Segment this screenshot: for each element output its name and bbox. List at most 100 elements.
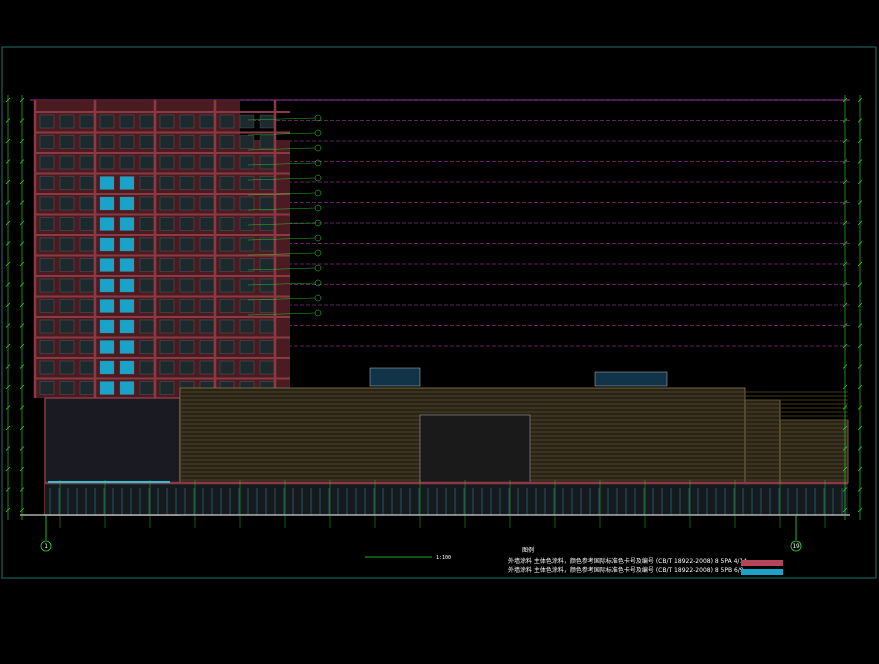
- tower-window: [139, 299, 155, 313]
- tower-window: [139, 381, 155, 395]
- tower-window: [199, 299, 215, 313]
- tower-window: [159, 319, 175, 334]
- tower-window: [139, 258, 155, 272]
- tower-window: [259, 319, 275, 334]
- scale-title: 1:100: [436, 555, 451, 561]
- tower-window: [39, 114, 55, 129]
- tower-window: [99, 135, 115, 149]
- tower-window: [59, 278, 75, 293]
- tower-window: [159, 381, 175, 395]
- tower-window: [259, 114, 275, 129]
- roof-unit: [369, 367, 421, 387]
- tower-window: [219, 135, 235, 149]
- tower-window: [79, 381, 95, 395]
- tower-window: [99, 299, 115, 313]
- tower-window: [159, 196, 175, 211]
- tower-window: [159, 360, 175, 375]
- tower-window: [259, 217, 275, 231]
- tower-window: [139, 155, 155, 170]
- tower-window: [139, 278, 155, 293]
- tower-window: [219, 155, 235, 170]
- tower-window: [59, 237, 75, 252]
- tower-window: [99, 258, 115, 272]
- tower-window: [199, 319, 215, 334]
- tower-window: [59, 155, 75, 170]
- tower-window: [179, 196, 195, 211]
- tower-window: [39, 258, 55, 272]
- tower-window: [119, 155, 135, 170]
- tower-window: [39, 340, 55, 354]
- tower-window: [99, 217, 115, 231]
- podium-step: [779, 419, 849, 484]
- tower-window: [39, 217, 55, 231]
- tower-window: [139, 135, 155, 149]
- tower-window: [79, 155, 95, 170]
- tower-window: [139, 217, 155, 231]
- tower-window: [199, 155, 215, 170]
- tower-window: [219, 278, 235, 293]
- legend-swatch-blue: [741, 569, 783, 575]
- ground-floor: [45, 483, 848, 515]
- tower-window: [119, 278, 135, 293]
- tower-window: [199, 360, 215, 375]
- tower-window: [179, 299, 195, 313]
- tower-window: [119, 319, 135, 334]
- tower-window: [199, 114, 215, 129]
- tower-window: [199, 278, 215, 293]
- tower-window: [79, 258, 95, 272]
- tower-window: [179, 278, 195, 293]
- tower-window: [239, 278, 255, 293]
- tower-window: [59, 135, 75, 149]
- roof-unit: [594, 371, 668, 387]
- tower-window: [219, 176, 235, 190]
- tower-window: [119, 217, 135, 231]
- tower-window: [179, 340, 195, 354]
- tower-window: [39, 196, 55, 211]
- tower-facade: [33, 100, 290, 398]
- tower-window: [239, 176, 255, 190]
- entrance-block: [419, 414, 531, 484]
- tower-window: [159, 278, 175, 293]
- tower-window: [59, 114, 75, 129]
- tower-window: [99, 278, 115, 293]
- tower-window: [259, 155, 275, 170]
- tower-window: [219, 299, 235, 313]
- tower-window: [199, 196, 215, 211]
- tower-window: [159, 135, 175, 149]
- tower-window: [179, 237, 195, 252]
- tower-window: [119, 237, 135, 252]
- tower-window: [179, 135, 195, 149]
- tower-window: [79, 217, 95, 231]
- tower-window: [159, 155, 175, 170]
- tower-window: [259, 176, 275, 190]
- tower-window: [39, 237, 55, 252]
- note-line-1: 外墙涂料 主体色涂料，颜色参考国际标准色卡号及编号 (CB/T 18922-20…: [508, 558, 748, 565]
- tower-window: [259, 196, 275, 211]
- tower-window: [59, 319, 75, 334]
- tower-window: [119, 176, 135, 190]
- tower-window: [39, 155, 55, 170]
- tower-window: [239, 340, 255, 354]
- tower-window: [159, 299, 175, 313]
- tower-window: [239, 258, 255, 272]
- tower-window: [139, 196, 155, 211]
- tower-window: [79, 278, 95, 293]
- tower-window: [79, 176, 95, 190]
- tower-window: [39, 135, 55, 149]
- tower-window: [59, 176, 75, 190]
- tower-window: [179, 155, 195, 170]
- tower-window: [179, 176, 195, 190]
- tower-window: [139, 237, 155, 252]
- tower-window: [239, 319, 255, 334]
- tower-window: [79, 299, 95, 313]
- tower-window: [179, 258, 195, 272]
- tower-window: [139, 176, 155, 190]
- tower-window: [219, 114, 235, 129]
- tower-window: [39, 299, 55, 313]
- tower-window: [79, 319, 95, 334]
- tower-window: [59, 258, 75, 272]
- tower-window: [119, 114, 135, 129]
- tower-window: [119, 196, 135, 211]
- note-line-2: 外墙涂料 主体色涂料，颜色参考国际标准色卡号及编号 (CB/T 18922-20…: [508, 567, 744, 574]
- tower-window: [39, 278, 55, 293]
